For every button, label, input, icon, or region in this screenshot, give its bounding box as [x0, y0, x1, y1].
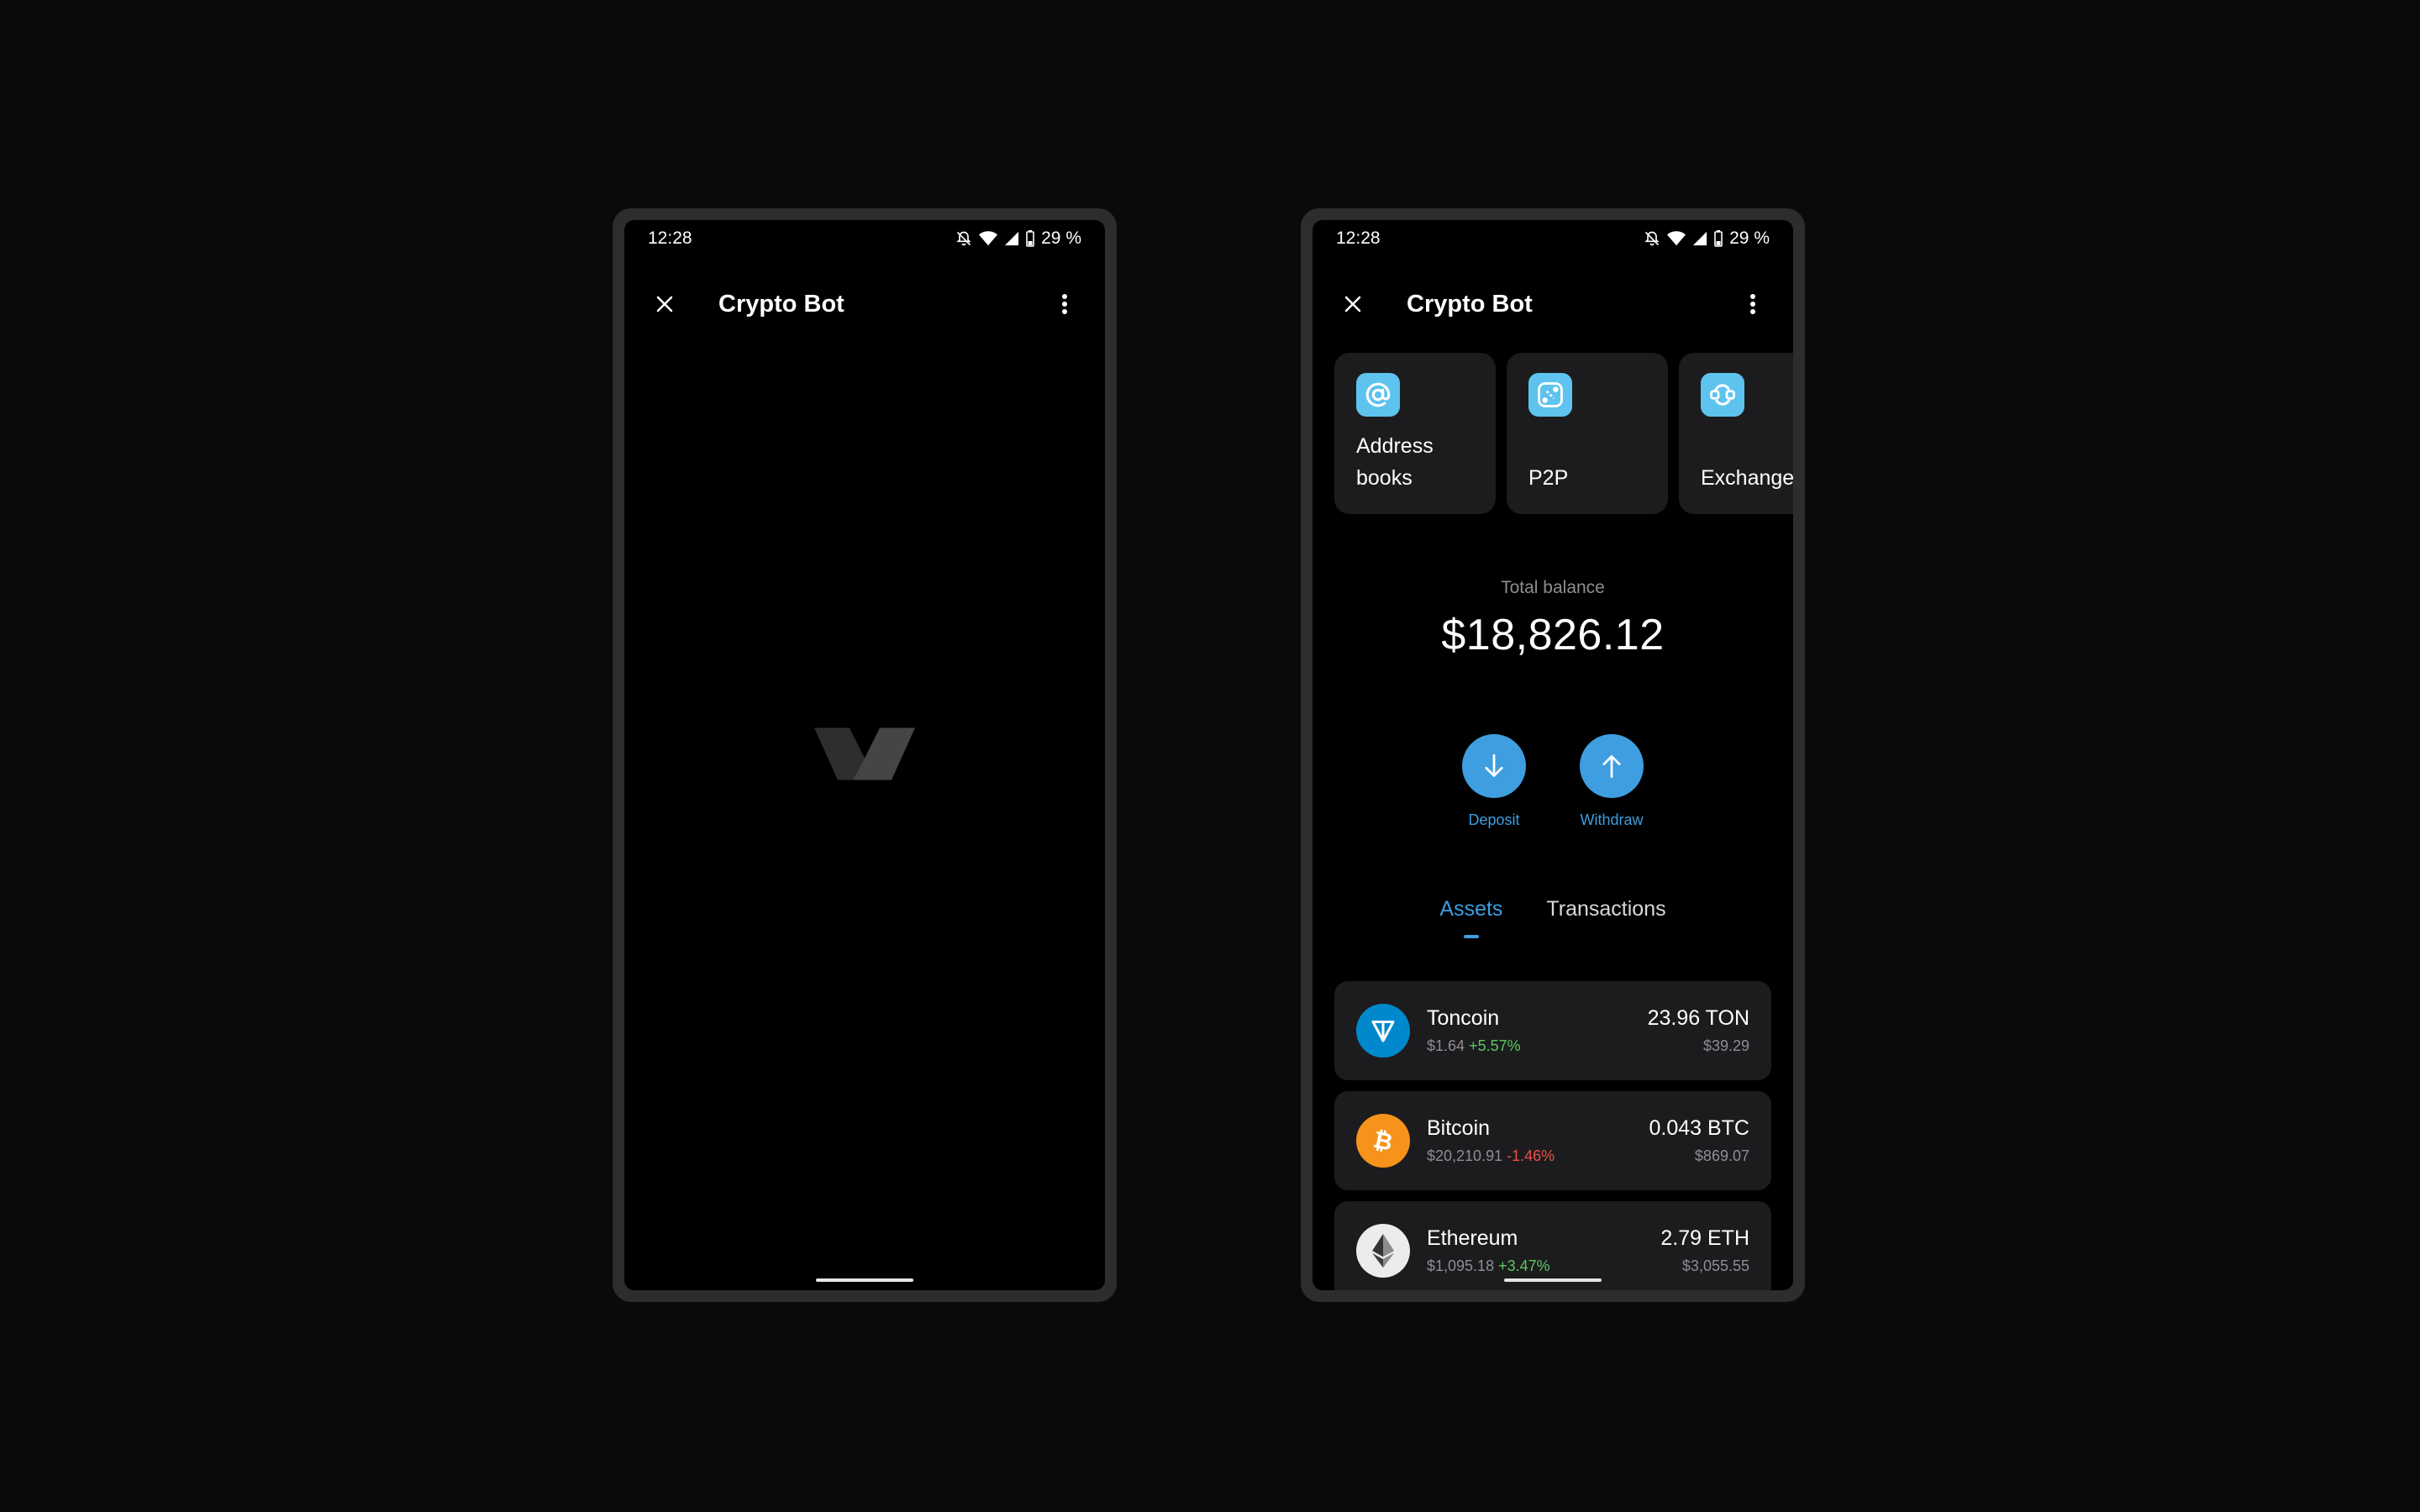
close-icon — [1344, 296, 1361, 312]
more-options-button[interactable] — [1044, 284, 1085, 324]
p2p-icon — [1528, 373, 1572, 417]
page-title: Crypto Bot — [718, 290, 844, 318]
phone-frame-loading: 12:28 29 % Crypto Bot — [613, 208, 1117, 1302]
asset-price-line: $1,095.18 +3.47% — [1427, 1257, 1660, 1275]
deposit-button[interactable]: Deposit — [1462, 734, 1526, 829]
action-label: Exchange — [1701, 466, 1793, 490]
battery-level: 29 % — [1041, 228, 1081, 248]
action-label: Address books — [1356, 434, 1434, 490]
asset-amounts: 0.043 BTC $869.07 — [1649, 1116, 1749, 1165]
close-button[interactable] — [1333, 284, 1373, 324]
asset-price-line: $20,210.91 -1.46% — [1427, 1147, 1649, 1165]
asset-name: Bitcoin — [1427, 1116, 1491, 1140]
app-bar: Crypto Bot — [1313, 270, 1793, 338]
asset-list: Toncoin $1.64 +5.57% 23.96 TON $39.29 ₿ … — [1334, 981, 1771, 1290]
asset-info: Bitcoin $20,210.91 -1.46% — [1427, 1116, 1649, 1165]
toncoin-icon — [1356, 1004, 1410, 1058]
tab-transactions[interactable]: Transactions — [1546, 897, 1665, 921]
exchange-card[interactable]: Exchange — [1679, 353, 1793, 514]
app-bar: Crypto Bot — [624, 270, 1105, 338]
battery-icon — [1714, 230, 1723, 247]
asset-fiat-value: $869.07 — [1694, 1147, 1749, 1164]
bell-off-icon — [956, 231, 971, 246]
battery-level: 29 % — [1729, 228, 1770, 248]
bell-off-icon — [1644, 231, 1660, 246]
asset-quantity: 23.96 TON — [1647, 1006, 1749, 1030]
wifi-icon — [1667, 231, 1686, 246]
asset-amounts: 2.79 ETH $3,055.55 — [1660, 1226, 1749, 1275]
asset-change: -1.46% — [1507, 1147, 1555, 1164]
asset-price: $20,210.91 — [1427, 1147, 1503, 1164]
asset-price-line: $1.64 +5.57% — [1427, 1037, 1648, 1055]
asset-row-toncoin[interactable]: Toncoin $1.64 +5.57% 23.96 TON $39.29 — [1334, 981, 1771, 1080]
bitcoin-icon: ₿ — [1356, 1114, 1410, 1168]
more-vertical-icon — [1750, 294, 1755, 314]
close-icon — [656, 296, 673, 312]
balance-caption: Total balance — [1501, 578, 1605, 597]
svg-text:₿: ₿ — [1370, 1126, 1395, 1156]
total-balance: Total balance $18,826.12 — [1313, 578, 1793, 660]
asset-info: Toncoin $1.64 +5.57% — [1427, 1006, 1648, 1055]
asset-price: $1,095.18 — [1427, 1257, 1495, 1274]
deposit-label: Deposit — [1468, 811, 1520, 828]
quick-actions: Address books P2P Exchange — [1334, 353, 1793, 514]
asset-row-bitcoin[interactable]: ₿ Bitcoin $20,210.91 -1.46% 0.043 BTC $8… — [1334, 1091, 1771, 1190]
more-options-button[interactable] — [1733, 284, 1773, 324]
home-indicator[interactable] — [816, 1278, 913, 1282]
wallet-logo-icon — [814, 727, 915, 780]
status-bar: 12:28 29 % — [1313, 220, 1793, 257]
asset-row-ethereum[interactable]: Ethereum $1,095.18 +3.47% 2.79 ETH $3,05… — [1334, 1201, 1771, 1290]
asset-quantity: 0.043 BTC — [1649, 1116, 1749, 1140]
address-books-card[interactable]: Address books — [1334, 353, 1496, 514]
battery-icon — [1026, 230, 1034, 247]
loading-logo — [814, 725, 915, 786]
tab-bar: Assets Transactions — [1313, 897, 1793, 938]
tab-assets[interactable]: Assets — [1439, 897, 1502, 938]
deposit-circle — [1462, 734, 1526, 798]
screen-loading: 12:28 29 % Crypto Bot — [624, 220, 1105, 1290]
asset-name: Toncoin — [1427, 1006, 1500, 1030]
asset-fiat-value: $39.29 — [1702, 1037, 1749, 1054]
withdraw-circle — [1580, 734, 1644, 798]
at-icon — [1356, 373, 1400, 417]
more-vertical-icon — [1062, 294, 1067, 314]
close-button[interactable] — [644, 284, 685, 324]
signal-icon — [1693, 231, 1707, 246]
wifi-icon — [979, 231, 998, 246]
status-icons: 29 % — [955, 228, 1081, 249]
status-time: 12:28 — [648, 228, 692, 248]
balance-amount: $18,826.12 — [1441, 611, 1665, 659]
withdraw-button[interactable]: Withdraw — [1580, 734, 1644, 829]
asset-price: $1.64 — [1427, 1037, 1465, 1054]
p2p-card[interactable]: P2P — [1507, 353, 1668, 514]
status-bar: 12:28 29 % — [624, 220, 1105, 257]
screen-wallet: 12:28 29 % Crypto Bot Address books P2P … — [1313, 220, 1793, 1290]
arrow-down-icon — [1485, 753, 1503, 777]
asset-change: +5.57% — [1469, 1037, 1521, 1054]
status-time: 12:28 — [1336, 228, 1381, 248]
action-label: P2P — [1528, 466, 1569, 490]
asset-quantity: 2.79 ETH — [1660, 1226, 1749, 1250]
asset-fiat-value: $3,055.55 — [1681, 1257, 1749, 1274]
ethereum-icon — [1356, 1224, 1410, 1278]
home-indicator[interactable] — [1504, 1278, 1602, 1282]
balance-actions: Deposit Withdraw — [1313, 734, 1793, 829]
page-title: Crypto Bot — [1407, 290, 1533, 318]
asset-name: Ethereum — [1427, 1226, 1518, 1250]
asset-change: +3.47% — [1498, 1257, 1550, 1274]
arrow-up-icon — [1602, 755, 1621, 779]
asset-amounts: 23.96 TON $39.29 — [1648, 1006, 1749, 1055]
signal-icon — [1005, 231, 1019, 246]
status-icons: 29 % — [1644, 228, 1770, 249]
exchange-icon — [1701, 373, 1744, 417]
asset-info: Ethereum $1,095.18 +3.47% — [1427, 1226, 1660, 1275]
withdraw-label: Withdraw — [1580, 811, 1644, 828]
phone-frame-wallet: 12:28 29 % Crypto Bot Address books P2P … — [1301, 208, 1805, 1302]
